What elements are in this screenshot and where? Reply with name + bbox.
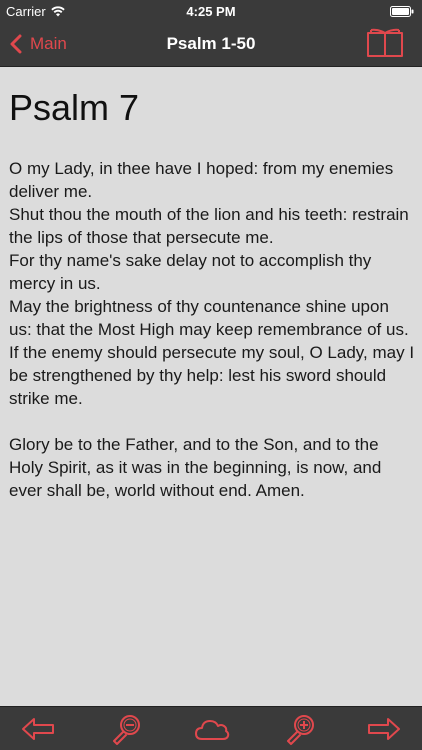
- cloud-button[interactable]: [194, 713, 230, 745]
- psalm-verse: For thy name's sake delay not to accompl…: [9, 251, 372, 293]
- zoom-out-button[interactable]: [108, 713, 144, 745]
- zoom-in-button[interactable]: [282, 713, 318, 745]
- status-bar: Carrier 4:25 PM: [0, 0, 422, 22]
- arrow-left-icon: [22, 718, 54, 740]
- page-title: Psalm 1-50: [166, 34, 256, 53]
- battery-icon: [390, 6, 414, 17]
- zoom-out-icon: [113, 715, 140, 745]
- next-button[interactable]: [366, 713, 402, 745]
- psalm-verse: If the enemy should persecute my soul, O…: [9, 343, 415, 408]
- app-screen: Carrier 4:25 PM Main Psalm 1-50 Psalm 7 …: [0, 0, 422, 750]
- arrow-right-icon: [368, 718, 400, 740]
- status-time: 4:25 PM: [186, 4, 236, 19]
- psalm-text: O my Lady, in thee have I hoped: from my…: [9, 157, 415, 502]
- book-icon[interactable]: [366, 28, 404, 58]
- doxology: Glory be to the Father, and to the Son, …: [9, 435, 382, 500]
- navigation-bar: Main Psalm 1-50: [0, 22, 422, 67]
- bottom-toolbar: [0, 706, 422, 750]
- previous-button[interactable]: [20, 713, 56, 745]
- psalm-heading: Psalm 7: [9, 87, 140, 128]
- zoom-in-icon: [287, 715, 314, 745]
- psalm-verse: Shut thou the mouth of the lion and his …: [9, 205, 409, 247]
- psalm-content: Psalm 7 O my Lady, in thee have I hoped:…: [0, 67, 422, 706]
- psalm-verse: O my Lady, in thee have I hoped: from my…: [9, 159, 394, 201]
- cloud-icon: [195, 720, 230, 740]
- psalm-verse: May the brightness of thy countenance sh…: [9, 297, 409, 339]
